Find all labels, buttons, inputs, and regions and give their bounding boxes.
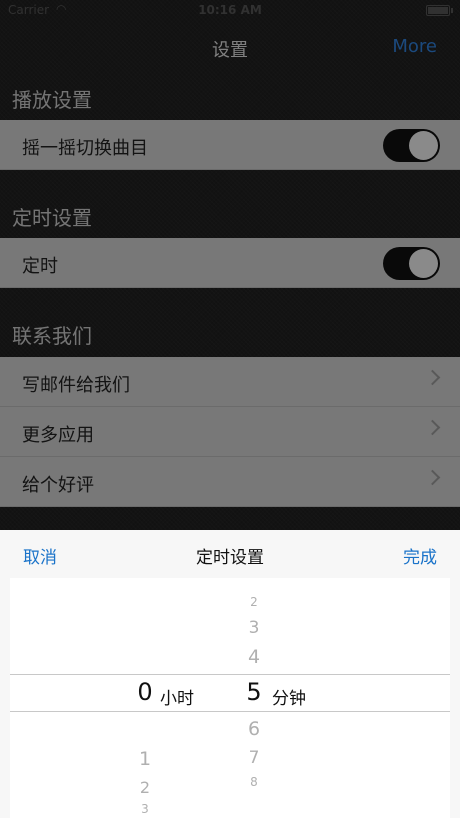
timer-picker-sheet: 取消 定时设置 完成 1 2 3 0 小时 2 3 4 5 分钟 6 7 8 xyxy=(0,530,460,818)
hour-option[interactable]: 2 xyxy=(130,778,160,797)
minute-option[interactable]: 8 xyxy=(239,775,269,789)
modal-dim-overlay[interactable] xyxy=(0,0,460,530)
minute-option[interactable]: 7 xyxy=(239,748,269,768)
time-picker-wheel[interactable]: 1 2 3 0 小时 2 3 4 5 分钟 6 7 8 xyxy=(10,578,450,818)
picker-title: 定时设置 xyxy=(196,548,264,568)
hour-unit-label: 小时 xyxy=(160,689,194,709)
hour-option[interactable]: 3 xyxy=(130,802,160,816)
done-button[interactable]: 完成 xyxy=(403,543,437,568)
minute-unit-label: 分钟 xyxy=(272,689,306,709)
minute-selected[interactable]: 5 xyxy=(239,678,269,706)
minute-option[interactable]: 6 xyxy=(239,718,269,740)
minute-option[interactable]: 3 xyxy=(239,618,269,638)
selection-indicator xyxy=(10,674,450,712)
picker-toolbar: 取消 定时设置 完成 xyxy=(0,530,460,578)
hour-selected[interactable]: 0 xyxy=(130,678,160,706)
minute-option[interactable]: 4 xyxy=(239,646,269,668)
hour-option[interactable]: 1 xyxy=(130,748,160,770)
minute-option[interactable]: 2 xyxy=(239,595,269,609)
